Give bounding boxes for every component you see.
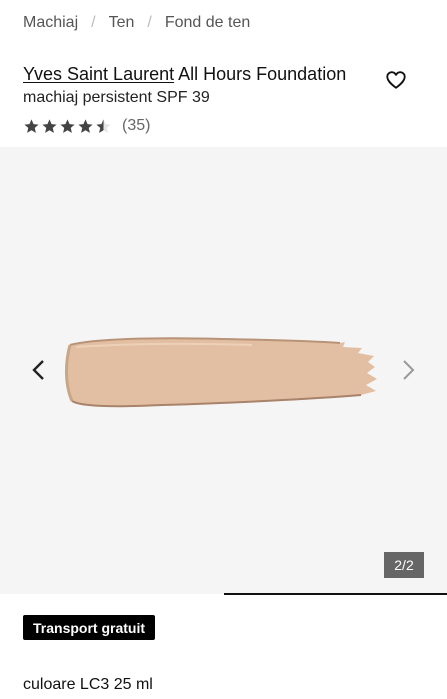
star-half-icon	[96, 118, 111, 133]
star-icon	[60, 118, 75, 133]
breadcrumb-item-fond-de-ten[interactable]: Fond de ten	[165, 14, 250, 32]
chevron-left-icon	[32, 360, 44, 380]
wishlist-button[interactable]	[385, 69, 407, 91]
heart-outline-icon	[386, 71, 406, 89]
breadcrumb-item-ten[interactable]: Ten	[109, 14, 135, 32]
chevron-right-icon	[403, 360, 415, 380]
product-gallery[interactable]: 2/2	[0, 147, 447, 594]
review-count[interactable]: (35)	[122, 117, 150, 135]
rating[interactable]: (35)	[23, 117, 150, 135]
breadcrumb-separator: /	[91, 14, 96, 31]
product-subtitle: machiaj persistent SPF 39	[23, 89, 210, 106]
product-name: All Hours Foundation	[178, 64, 347, 84]
free-shipping-badge: Transport gratuit	[23, 615, 156, 640]
gallery-counter: 2/2	[384, 552, 424, 578]
star-icon	[78, 118, 93, 133]
product-image-swatch	[65, 337, 378, 408]
star-icon	[24, 118, 39, 133]
product-title: Yves Saint Laurent All Hours Foundation	[23, 63, 423, 85]
gallery-next-button[interactable]	[397, 358, 419, 382]
breadcrumb-separator: /	[147, 14, 152, 31]
brand-link[interactable]: Yves Saint Laurent	[23, 64, 174, 84]
variant-label: culoare LC3 25 ml	[23, 676, 153, 693]
gallery-prev-button[interactable]	[28, 358, 50, 382]
gallery-progress	[0, 593, 447, 596]
star-icon	[42, 118, 57, 133]
breadcrumb: Machiaj / Ten / Fond de ten	[23, 14, 250, 32]
breadcrumb-item-machiaj[interactable]: Machiaj	[23, 14, 78, 32]
gallery-progress-fill	[224, 593, 447, 595]
